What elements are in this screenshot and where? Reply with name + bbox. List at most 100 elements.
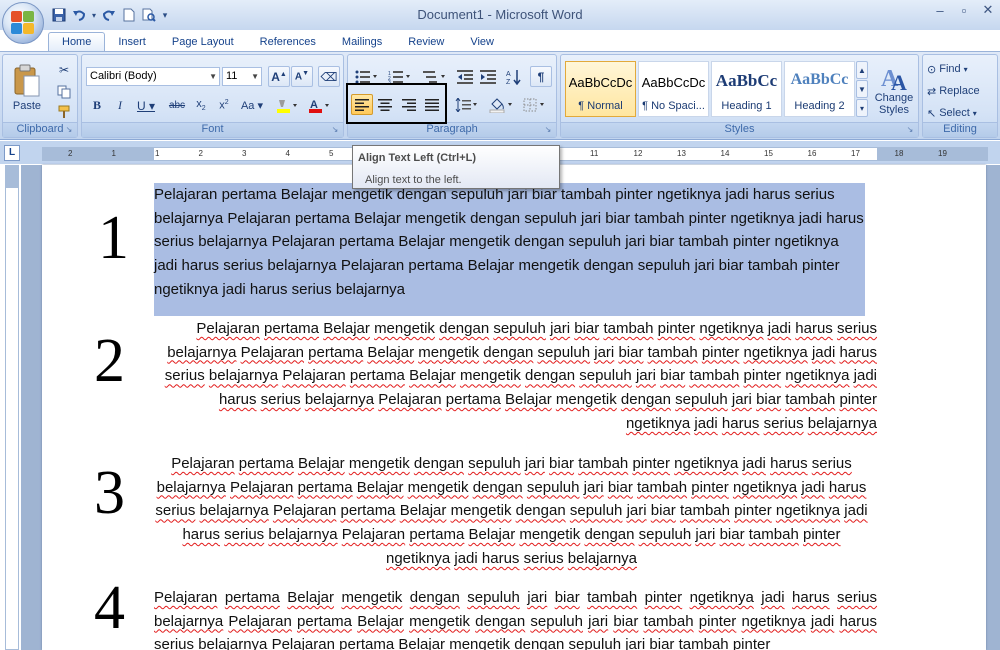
paste-button[interactable]: Paste: [7, 58, 47, 118]
font-color-button[interactable]: A: [304, 95, 334, 116]
word: jadi: [222, 280, 246, 298]
text-highlight-button[interactable]: [272, 95, 302, 116]
word: mengetik: [407, 478, 469, 496]
font-dialog-launcher-icon[interactable]: ↘: [330, 125, 340, 135]
shrink-font-button[interactable]: A▼: [291, 66, 313, 87]
chevron-down-icon: ▼: [251, 72, 259, 81]
tab-home[interactable]: Home: [48, 32, 106, 52]
tab-view[interactable]: View: [457, 33, 507, 52]
change-case-button[interactable]: Aa ▾: [237, 95, 267, 116]
tab-references[interactable]: References: [247, 33, 329, 52]
word: belajarnya: [167, 343, 237, 361]
decrease-indent-button[interactable]: [454, 66, 476, 87]
ruler-tick-label: 1: [155, 149, 160, 158]
editing-group-label: Editing: [923, 122, 997, 137]
tab-review[interactable]: Review: [395, 33, 457, 52]
word: belajarnya: [156, 478, 226, 496]
find-button[interactable]: ⊙ Find ▾: [927, 59, 968, 79]
office-button[interactable]: [2, 2, 44, 44]
word: biar: [574, 320, 600, 337]
word: belajarnya: [335, 280, 406, 298]
word: ngetiknya: [674, 455, 739, 472]
clipboard-dialog-launcher-icon[interactable]: ↘: [64, 125, 74, 135]
subscript-button[interactable]: x2: [190, 95, 212, 116]
word: mengetik: [374, 320, 435, 337]
document-page[interactable]: 1 Pelajaran pertama Belajar mengetik den…: [42, 165, 986, 650]
ruler-tick-label: 19: [938, 149, 947, 158]
select-cursor-icon: ↖: [927, 107, 937, 120]
shading-button[interactable]: [486, 94, 518, 115]
word: ngetiknya: [730, 209, 795, 227]
styles-scroll-down-icon[interactable]: ▼: [856, 80, 868, 98]
sort-button[interactable]: AZ: [503, 66, 525, 87]
word: pertama: [296, 612, 353, 630]
word: jari: [588, 612, 609, 630]
minimize-icon[interactable]: –: [928, 0, 952, 20]
word: jadi: [811, 343, 836, 361]
change-styles-button[interactable]: A A Change Styles: [871, 59, 917, 121]
superscript-button[interactable]: x2: [213, 95, 235, 116]
svg-text:A: A: [506, 71, 511, 78]
word: ngetiknya: [154, 280, 219, 298]
tooltip-title: Align Text Left (Ctrl+L): [358, 152, 477, 164]
italic-button[interactable]: I: [109, 95, 131, 116]
word: tambah: [561, 186, 612, 203]
word: jari: [635, 367, 656, 385]
bold-button[interactable]: B: [86, 95, 108, 116]
word: tambah: [647, 343, 698, 361]
style-name: ¶ Normal: [578, 100, 623, 112]
strikethrough-button[interactable]: abc: [166, 95, 188, 116]
paragraph-3[interactable]: Pelajaran pertama Belajar mengetik denga…: [154, 452, 869, 571]
tab-insert[interactable]: Insert: [105, 33, 159, 52]
word: sepuluh: [569, 502, 623, 520]
word: dengan: [584, 526, 635, 544]
copy-icon[interactable]: [53, 81, 75, 102]
word: pinter: [701, 343, 740, 361]
change-styles-icon: A A: [881, 66, 907, 92]
underline-button[interactable]: U ▾: [132, 95, 160, 116]
format-painter-icon[interactable]: [53, 101, 75, 122]
replace-button[interactable]: ⇄ Replace: [927, 81, 980, 101]
word: pertama: [339, 233, 395, 251]
shrink-font-icon: A▼: [294, 70, 310, 83]
styles-more-icon[interactable]: ▾: [856, 99, 868, 117]
style-no-spacing[interactable]: AaBbCcDc ¶ No Spaci...: [638, 61, 709, 117]
grow-font-button[interactable]: A▲: [268, 66, 290, 87]
word: pertama: [409, 526, 465, 544]
select-button[interactable]: ↖ Select ▾: [927, 103, 977, 123]
style-name: ¶ No Spaci...: [642, 100, 705, 112]
style-sample: AaBbCc: [790, 71, 849, 88]
style-heading-2[interactable]: AaBbCc Heading 2: [784, 61, 855, 117]
word: ngetiknya: [785, 367, 850, 385]
styles-scroll-up-icon[interactable]: ▲: [856, 61, 868, 79]
tab-mailings[interactable]: Mailings: [329, 33, 395, 52]
show-hide-button[interactable]: ¶: [530, 66, 552, 87]
cut-icon[interactable]: ✂: [53, 59, 75, 80]
paragraph-1[interactable]: Pelajaran pertama Belajar mengetik denga…: [154, 183, 865, 302]
clear-formatting-button[interactable]: ⌫: [318, 66, 340, 87]
word: serius: [837, 589, 878, 606]
word: dengan: [439, 320, 490, 337]
ruler-tick-label: 17: [851, 149, 860, 158]
paragraph-4[interactable]: Pelajaran pertama Belajar mengetik denga…: [154, 586, 877, 650]
vertical-ruler[interactable]: [5, 165, 19, 650]
line-spacing-button[interactable]: [452, 94, 482, 115]
word: ngetiknya: [699, 320, 764, 337]
style-sample: AaBbCcDc: [568, 75, 633, 90]
styles-dialog-launcher-icon[interactable]: ↘: [905, 125, 915, 135]
style-normal[interactable]: AaBbCcDc ¶ Normal: [565, 61, 636, 117]
font-name-dropdown[interactable]: Calibri (Body) ▼: [86, 67, 220, 86]
font-size-dropdown[interactable]: 11 ▼: [222, 67, 262, 86]
increase-indent-button[interactable]: [477, 66, 499, 87]
close-icon[interactable]: ✕: [976, 0, 1000, 20]
word: jadi: [454, 549, 478, 567]
paragraph-dialog-launcher-icon[interactable]: ↘: [543, 125, 553, 135]
maximize-icon[interactable]: ▫: [952, 0, 976, 20]
word: jari: [527, 589, 548, 606]
paragraph-2[interactable]: Pelajaran pertama Belajar mengetik denga…: [162, 317, 877, 436]
word: dengan: [583, 257, 634, 275]
tab-page-layout[interactable]: Page Layout: [159, 33, 247, 52]
style-heading-1[interactable]: AaBbCc Heading 1: [711, 61, 782, 117]
tab-selector-icon[interactable]: L: [4, 145, 20, 161]
borders-button[interactable]: [520, 94, 550, 115]
